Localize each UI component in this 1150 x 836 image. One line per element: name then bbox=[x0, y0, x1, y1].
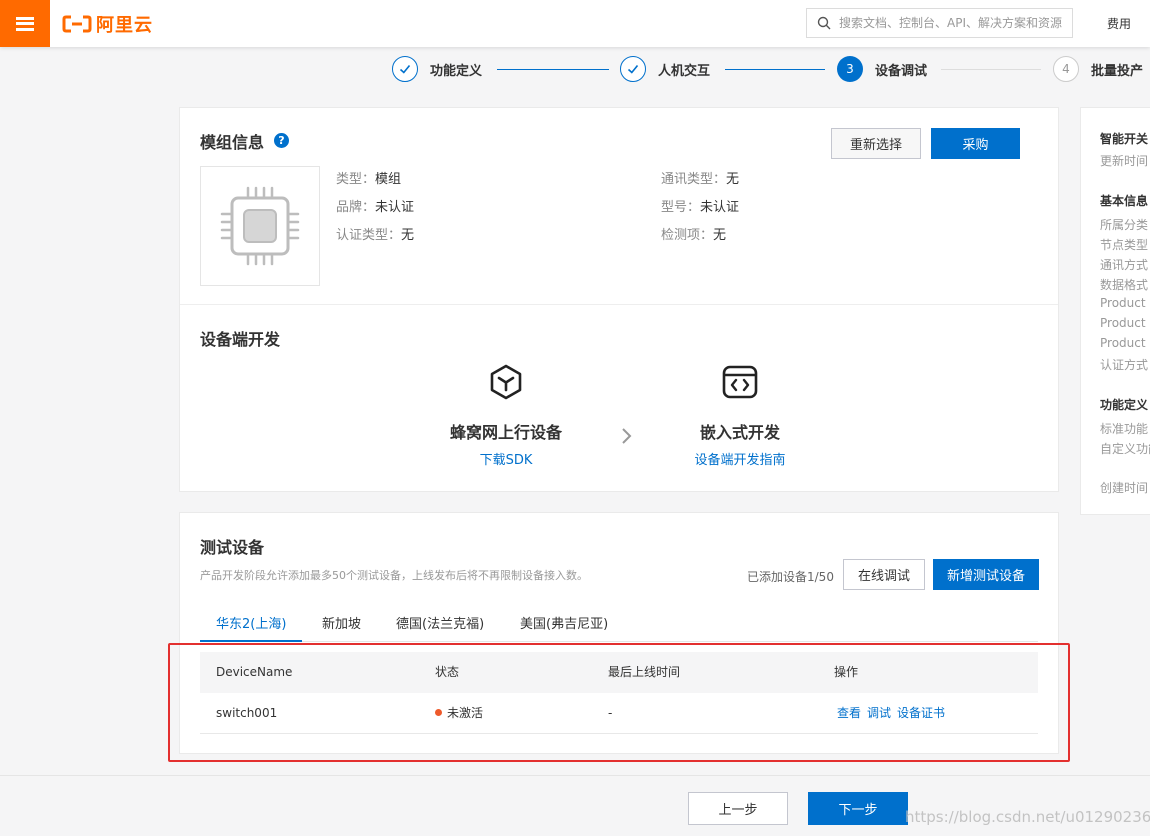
step-connector bbox=[497, 69, 609, 70]
code-window-icon bbox=[722, 365, 758, 399]
help-icon[interactable]: ? bbox=[274, 133, 289, 148]
info-brand: 品牌：未认证 bbox=[336, 200, 415, 215]
module-image bbox=[200, 166, 320, 286]
column-header: 最后上线时间 bbox=[608, 665, 681, 679]
side-item: 更新时间 bbox=[1100, 154, 1149, 168]
step-number: 4 bbox=[1053, 56, 1079, 82]
test-devices-title: 测试设备 bbox=[200, 538, 265, 557]
side-item: 通讯方式 bbox=[1100, 258, 1149, 272]
side-section-title: 功能定义 bbox=[1100, 398, 1149, 412]
aliyun-logo[interactable]: 阿里云 bbox=[62, 11, 153, 37]
module-card: 模组信息 ? 重新选择 采购 类型：模组 品牌：未认证 认证类型：无 通讯类型：… bbox=[179, 107, 1059, 492]
download-sdk-link[interactable]: 下载SDK bbox=[420, 449, 592, 468]
side-section-title: 智能开关 bbox=[1100, 132, 1149, 146]
option-title: 嵌入式开发 bbox=[699, 423, 780, 442]
side-item: 所属分类 bbox=[1100, 218, 1149, 232]
side-item: Product Key bbox=[1100, 296, 1150, 310]
chevron-right-icon bbox=[622, 428, 632, 444]
next-step-button[interactable]: 下一步 bbox=[808, 792, 908, 825]
fee-link[interactable]: 费用 bbox=[1107, 15, 1131, 32]
prev-step-button[interactable]: 上一步 bbox=[688, 792, 788, 825]
top-navbar: 阿里云 费用 bbox=[0, 0, 1150, 47]
step-mass-production[interactable]: 4 批量投产 bbox=[1053, 56, 1143, 82]
tab-cn-east-2[interactable]: 华东2(上海) bbox=[200, 614, 303, 642]
column-header: DeviceName bbox=[216, 665, 293, 679]
watermark-text: https://blog.csdn.net/u012902367 bbox=[905, 808, 1150, 826]
device-dev-title: 设备端开发 bbox=[200, 330, 281, 349]
device-table: DeviceName 状态 最后上线时间 操作 switch001 未激活 - … bbox=[200, 652, 1038, 734]
option-embedded-dev[interactable]: 嵌入式开发 设备端开发指南 bbox=[662, 363, 818, 468]
divider bbox=[180, 304, 1058, 305]
region-tabs: 华东2(上海) 新加坡 德国(法兰克福) 美国(弗吉尼亚) bbox=[200, 610, 1038, 642]
info-test-item: 检测项：无 bbox=[661, 228, 727, 243]
module-title: 模组信息 bbox=[200, 133, 265, 152]
table-row: switch001 未激活 - 查看 调试 设备证书 bbox=[200, 693, 1038, 734]
check-icon bbox=[620, 56, 646, 82]
option-cellular-device[interactable]: 蜂窝网上行设备 下载SDK bbox=[420, 363, 592, 468]
side-section-title: 基本信息 bbox=[1100, 194, 1149, 208]
side-item: 创建时间 bbox=[1100, 481, 1149, 495]
tab-virginia[interactable]: 美国(弗吉尼亚) bbox=[504, 614, 624, 642]
device-certificate-link[interactable]: 设备证书 bbox=[897, 706, 945, 720]
column-header: 操作 bbox=[834, 665, 859, 679]
footer-bar: 上一步 下一步 bbox=[0, 775, 1150, 836]
search-box[interactable] bbox=[806, 8, 1073, 38]
product-info-panel: 智能开关 更新时间 基本信息 所属分类 节点类型 通讯方式 数据格式 Produ… bbox=[1080, 107, 1150, 515]
column-header: 状态 bbox=[435, 665, 460, 679]
side-item: 节点类型 bbox=[1100, 238, 1149, 252]
brand-name: 阿里云 bbox=[96, 15, 153, 36]
info-type: 类型：模组 bbox=[336, 172, 402, 187]
cube-icon bbox=[490, 364, 522, 400]
side-item: 数据格式 bbox=[1100, 278, 1149, 292]
option-title: 蜂窝网上行设备 bbox=[449, 423, 562, 442]
view-link[interactable]: 查看 bbox=[837, 706, 861, 720]
menu-icon[interactable] bbox=[0, 0, 50, 47]
search-icon bbox=[817, 16, 831, 30]
aliyun-logo-icon bbox=[62, 15, 92, 33]
check-icon bbox=[392, 56, 418, 82]
device-status: 未激活 bbox=[435, 693, 483, 734]
search-input[interactable] bbox=[839, 16, 1069, 30]
step-label: 功能定义 bbox=[430, 63, 483, 79]
device-dev-guide-link[interactable]: 设备端开发指南 bbox=[662, 449, 818, 468]
device-count: 已添加设备1/50 bbox=[747, 570, 834, 584]
table-header: DeviceName 状态 最后上线时间 操作 bbox=[200, 652, 1038, 693]
row-actions: 查看 调试 设备证书 bbox=[837, 693, 951, 734]
device-name: switch001 bbox=[216, 706, 278, 720]
test-devices-card: 测试设备 产品开发阶段允许添加最多50个测试设备，上线发布后将不再限制设备接入数… bbox=[179, 512, 1059, 754]
info-model: 型号：未认证 bbox=[661, 200, 740, 215]
step-label: 批量投产 bbox=[1091, 63, 1144, 79]
side-item: 认证方式 bbox=[1100, 358, 1149, 372]
tab-frankfurt[interactable]: 德国(法兰克福) bbox=[380, 614, 500, 642]
chip-icon bbox=[220, 186, 300, 266]
test-devices-subtitle: 产品开发阶段允许添加最多50个测试设备，上线发布后将不再限制设备接入数。 bbox=[200, 569, 588, 582]
side-item: 标准功能 bbox=[1100, 422, 1149, 436]
step-label: 设备调试 bbox=[875, 63, 928, 79]
purchase-button[interactable]: 采购 bbox=[931, 128, 1020, 159]
side-item: Product ID bbox=[1100, 336, 1150, 350]
status-dot bbox=[435, 709, 442, 716]
step-number: 3 bbox=[837, 56, 863, 82]
step-feature-definition[interactable]: 功能定义 bbox=[392, 56, 482, 82]
step-device-debug[interactable]: 3 设备调试 bbox=[837, 56, 927, 82]
step-label: 人机交互 bbox=[658, 63, 711, 79]
online-debug-button[interactable]: 在线调试 bbox=[843, 559, 925, 590]
side-item: Product Secret bbox=[1100, 316, 1150, 330]
tab-singapore[interactable]: 新加坡 bbox=[306, 614, 377, 642]
step-connector bbox=[941, 69, 1041, 70]
side-item: 自定义功能 bbox=[1100, 442, 1150, 456]
last-online-time: - bbox=[608, 706, 613, 720]
progress-steps: 功能定义 人机交互 3 设备调试 4 批量投产 bbox=[392, 56, 1150, 84]
info-comm-type: 通讯类型：无 bbox=[661, 172, 740, 187]
reselect-button[interactable]: 重新选择 bbox=[831, 128, 921, 159]
step-connector bbox=[725, 69, 825, 70]
info-cert-type: 认证类型：无 bbox=[336, 228, 415, 243]
debug-link[interactable]: 调试 bbox=[867, 706, 891, 720]
step-hmi[interactable]: 人机交互 bbox=[620, 56, 710, 82]
add-test-device-button[interactable]: 新增测试设备 bbox=[933, 559, 1039, 590]
